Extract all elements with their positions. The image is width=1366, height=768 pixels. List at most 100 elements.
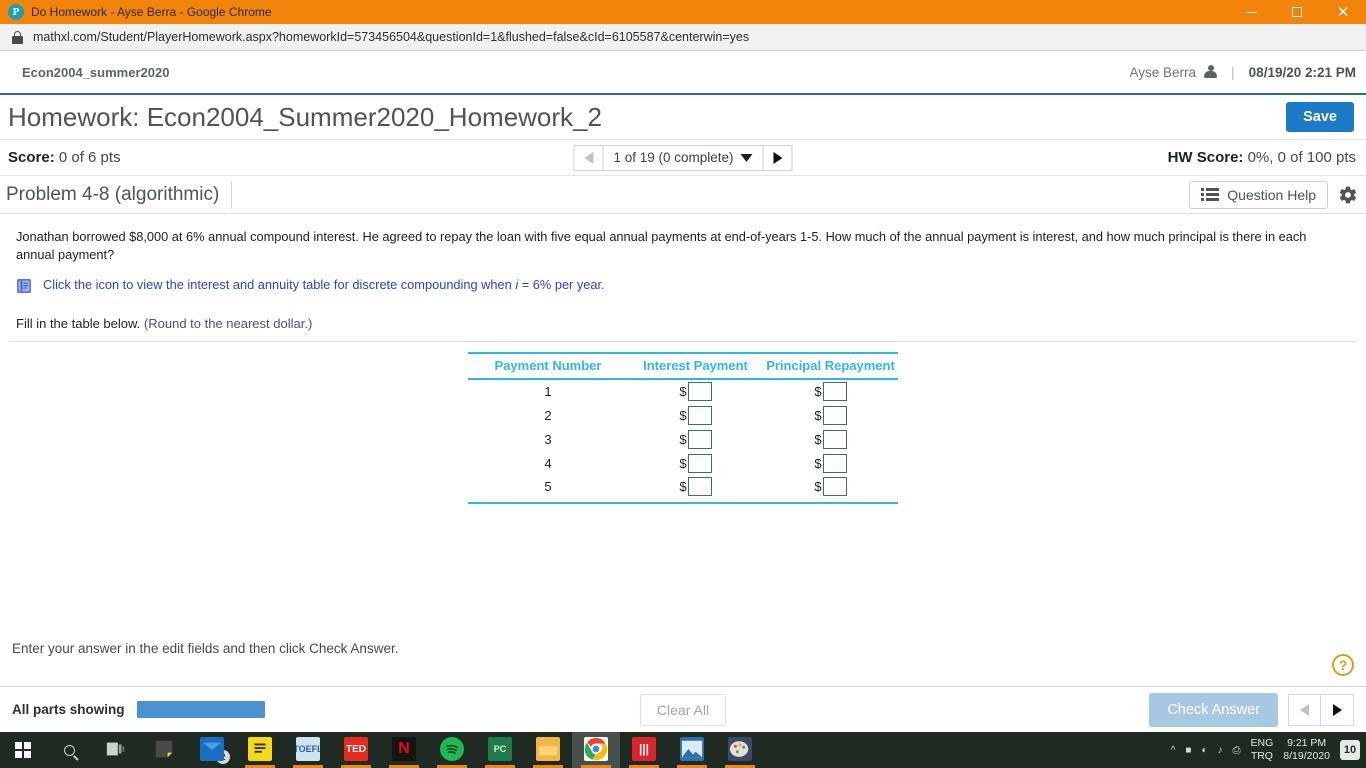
list-icon	[1201, 188, 1220, 201]
taskbar-app-photos[interactable]	[668, 732, 716, 768]
taskbar-app-notes-yellow[interactable]	[236, 732, 284, 768]
page-title: Homework: Econ2004_Summer2020_Homework_2	[8, 101, 602, 132]
round-note: (Round to the nearest dollar.)	[143, 316, 313, 332]
currency-group: $	[814, 429, 847, 449]
gear-icon[interactable]	[1338, 185, 1358, 205]
parts-progress-bar	[136, 701, 265, 718]
question-help-button[interactable]: Question Help	[1189, 180, 1328, 209]
principal-repayment-cell: $	[763, 451, 898, 475]
principal-repayment-input-row-5[interactable]	[822, 477, 847, 497]
principal-repayment-input-row-4[interactable]	[822, 453, 847, 473]
taskbar-app-list: 2 TOEFL TED N PC |||	[92, 732, 764, 768]
next-question-button[interactable]	[762, 144, 793, 171]
book-icon[interactable]	[16, 278, 33, 294]
taskbar-app-toefl[interactable]: TOEFL	[284, 732, 332, 768]
bottom-toolbar: All parts showing Clear All Check Answer	[0, 686, 1366, 732]
bottom-right-actions: Check Answer	[1149, 692, 1354, 727]
chevron-right-icon	[773, 151, 783, 164]
currency-symbol: $	[814, 431, 822, 447]
principal-repayment-input-row-1[interactable]	[822, 382, 847, 402]
start-button[interactable]	[0, 732, 46, 768]
close-icon[interactable]: ✕	[1320, 0, 1366, 24]
question-selector-dropdown[interactable]: 1 of 19 (0 complete)	[603, 144, 763, 171]
table-row: 1 $ $	[468, 379, 898, 403]
tray-chevron-up-icon[interactable]: ^	[1171, 745, 1176, 756]
taskbar-app-red-app[interactable]: |||	[620, 732, 668, 768]
interest-payment-input-row-4[interactable]	[687, 453, 712, 473]
score-value: 0 of 6 pts	[58, 149, 121, 166]
taskbar-app-ted[interactable]: TED	[332, 732, 380, 768]
user-name[interactable]: Ayse Berra	[1130, 65, 1197, 80]
user-avatar-icon[interactable]	[1204, 65, 1218, 79]
notification-badge[interactable]: 10	[1340, 740, 1360, 760]
prev-question-button[interactable]	[573, 144, 604, 171]
taskbar-app-pc-app[interactable]: PC	[476, 732, 524, 768]
taskbar-app-mail[interactable]: 2	[188, 732, 236, 768]
taskbar-app-file-explorer[interactable]	[524, 732, 572, 768]
taskbar-search-button[interactable]	[46, 732, 92, 768]
netflix-icon: N	[392, 737, 416, 761]
currency-group: $	[679, 405, 712, 425]
currency-symbol: $	[679, 407, 687, 423]
taskbar-app-paint[interactable]	[716, 732, 764, 768]
system-tray: ^ ■ ◐ ♪ ⎙ ENG TRQ 9:21 PM 8/19/2020 10	[1171, 737, 1366, 763]
minimize-icon[interactable]	[1228, 0, 1274, 24]
bottom-instruction-area: Enter your answer in the edit fields and…	[0, 641, 1366, 668]
tray-volume-icon[interactable]: ♪	[1218, 745, 1223, 756]
tray-date: 8/19/2020	[1283, 750, 1330, 762]
chevron-right-icon	[1332, 703, 1342, 716]
tray-wifi-icon[interactable]: ◐	[1201, 745, 1207, 756]
parts-showing-label: All parts showing	[12, 702, 125, 717]
save-button[interactable]: Save	[1286, 102, 1354, 132]
tray-battery-icon[interactable]: ■	[1185, 745, 1191, 756]
table-row: 4 $ $	[468, 451, 898, 475]
chevron-left-icon	[583, 151, 593, 164]
clear-all-button[interactable]: Clear All	[639, 693, 727, 726]
bottom-instruction-text: Enter your answer in the edit fields and…	[12, 641, 399, 656]
taskbar-app-netflix[interactable]: N	[380, 732, 428, 768]
interest-payment-input-row-5[interactable]	[687, 477, 712, 497]
currency-group: $	[814, 477, 847, 497]
windows-logo-icon	[15, 742, 31, 758]
check-answer-button[interactable]: Check Answer	[1149, 692, 1278, 727]
taskbar-app-spotify[interactable]	[428, 732, 476, 768]
currency-symbol: $	[679, 431, 687, 447]
interest-payment-input-row-3[interactable]	[687, 429, 712, 449]
tray-clock[interactable]: 9:21 PM 8/19/2020	[1283, 737, 1330, 763]
homework-title-row: Homework: Econ2004_Summer2020_Homework_2…	[0, 95, 1366, 140]
taskbar-app-chrome[interactable]	[572, 732, 620, 768]
lock-icon	[12, 30, 23, 44]
pc-app-icon: PC	[488, 737, 512, 761]
payment-number-cell: 4	[544, 455, 552, 471]
search-icon	[63, 744, 75, 756]
interest-payment-input-row-2[interactable]	[687, 405, 712, 425]
currency-group: $	[679, 382, 712, 402]
currency-symbol: $	[679, 384, 687, 400]
tray-keyboard-icon[interactable]: ⎙	[1233, 745, 1241, 756]
ted-icon: TED	[344, 737, 368, 761]
taskbar-app-sticky-notes[interactable]	[140, 732, 188, 768]
help-button[interactable]: ?	[1332, 654, 1354, 676]
resource-link-row[interactable]: Click the icon to view the interest and …	[10, 263, 1356, 294]
column-header-principal-repayment: Principal Repayment	[763, 352, 898, 381]
currency-group: $	[679, 477, 712, 497]
question-help-label: Question Help	[1227, 186, 1316, 203]
fill-instruction-row: Fill in the table below. (Round to the n…	[10, 294, 1356, 331]
tray-language-indicator[interactable]: ENG TRQ	[1251, 737, 1274, 763]
prev-part-button[interactable]	[1288, 693, 1321, 726]
taskbar-app-taskview[interactable]	[92, 732, 140, 768]
header-right-group: Ayse Berra | 08/19/20 2:21 PM	[1130, 64, 1357, 80]
red-app-icon: |||	[632, 737, 656, 761]
table-row: 3 $ $	[468, 427, 898, 451]
principal-repayment-input-row-3[interactable]	[822, 429, 847, 449]
chevron-left-icon	[1300, 703, 1309, 716]
browser-url-bar[interactable]: mathxl.com/Student/PlayerHomework.aspx?h…	[0, 24, 1366, 51]
pearson-favicon-icon: P	[8, 4, 24, 20]
interest-payment-input-row-1[interactable]	[687, 382, 712, 402]
resource-link-text[interactable]: Click the icon to view the interest and …	[43, 277, 605, 292]
question-selector-label: 1 of 19 (0 complete)	[613, 150, 734, 165]
principal-repayment-input-row-2[interactable]	[822, 405, 847, 425]
maximize-icon[interactable]	[1274, 0, 1320, 24]
chevron-down-icon	[740, 153, 753, 162]
next-part-button[interactable]	[1321, 693, 1354, 726]
